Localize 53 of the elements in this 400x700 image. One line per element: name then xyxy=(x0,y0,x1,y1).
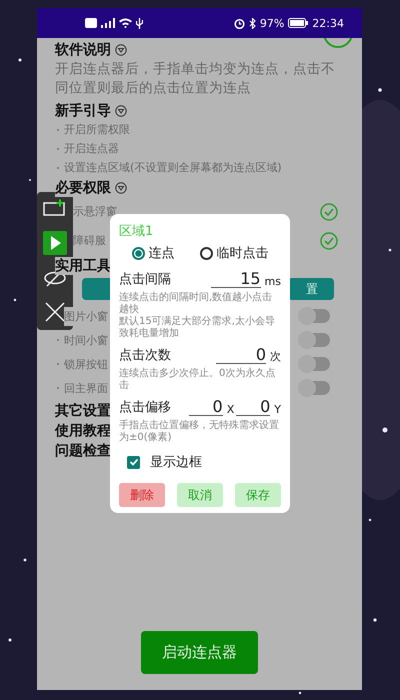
clock-time: 22:34 xyxy=(312,16,344,30)
tool-button[interactable]: 置 xyxy=(288,278,334,300)
signal-icon xyxy=(101,18,115,28)
section-title: 使用教程 xyxy=(55,422,111,440)
add-region-icon[interactable] xyxy=(43,199,67,217)
usb-icon xyxy=(136,18,143,28)
section-title: 其它设置 xyxy=(55,402,111,420)
alarm-icon xyxy=(234,18,245,28)
radio-option[interactable]: 连点 xyxy=(132,244,174,262)
input-field[interactable]: 0 xyxy=(216,346,266,364)
input-field[interactable]: 15 xyxy=(210,270,261,288)
section-title: 实用工具 xyxy=(55,257,111,275)
hd-icon xyxy=(85,18,97,28)
toggle-switch[interactable] xyxy=(300,357,330,371)
dialog-title: 区域1 xyxy=(119,223,154,240)
toggle-switch[interactable] xyxy=(300,309,330,323)
field-label: 点击次数 xyxy=(119,347,171,364)
battery-percent: 97% xyxy=(260,16,284,30)
section-title: 新手引导 xyxy=(55,102,111,120)
battery-icon xyxy=(288,18,308,28)
input-field[interactable]: 0 xyxy=(236,398,270,416)
hint-text: 连续点击多少次停止。0次为永久点击 xyxy=(119,368,276,392)
tool-label: 图片小窗 xyxy=(64,306,108,326)
checkbox[interactable] xyxy=(127,456,140,468)
input-field[interactable]: 0 xyxy=(188,398,223,416)
section-title: 必要权限 xyxy=(55,179,111,197)
collapse-icon[interactable] xyxy=(115,105,127,117)
section-title: 问题检查 xyxy=(55,442,111,460)
unit-label: ms xyxy=(264,275,281,288)
close-icon[interactable] xyxy=(44,301,66,323)
collapse-icon[interactable] xyxy=(115,182,127,194)
permission-label: 示悬浮窗 xyxy=(73,204,117,219)
collapse-icon[interactable] xyxy=(115,44,127,56)
unit-label: X xyxy=(226,403,234,416)
radio-label: 连点 xyxy=(148,245,174,262)
section-title: 软件说明 xyxy=(55,41,111,59)
field-label: 点击间隔 xyxy=(119,271,171,288)
toggle-switch[interactable] xyxy=(300,381,330,395)
bluetooth-icon xyxy=(248,18,256,28)
radio-label: 临时点击 xyxy=(216,245,268,262)
hint-text: 手指点击位置偏移，无特殊需求设置为±0(像素) xyxy=(119,420,280,444)
start-button[interactable]: 启动连点器 xyxy=(141,631,258,674)
checkbox-label: 显示边框 xyxy=(150,454,202,471)
permission-label: 障碍服 xyxy=(73,233,106,248)
description-text: 开启连点器后，手指单击均变为连点，点击不同位置则最后的点击位置为连点 xyxy=(55,60,336,98)
unit-label: 次 xyxy=(269,349,281,364)
play-icon[interactable] xyxy=(43,231,67,255)
unit-label: Y xyxy=(273,403,281,416)
wifi-icon xyxy=(119,18,132,28)
field-label: 点击偏移 xyxy=(119,399,171,416)
radio-option[interactable]: 临时点击 xyxy=(200,244,268,262)
toggle-switch[interactable] xyxy=(300,333,330,347)
hint-text: 连续点击的间隔时间,数值越小点击越快 默认15可满足大部分需求,太小会导致耗电量增加 xyxy=(119,292,276,340)
